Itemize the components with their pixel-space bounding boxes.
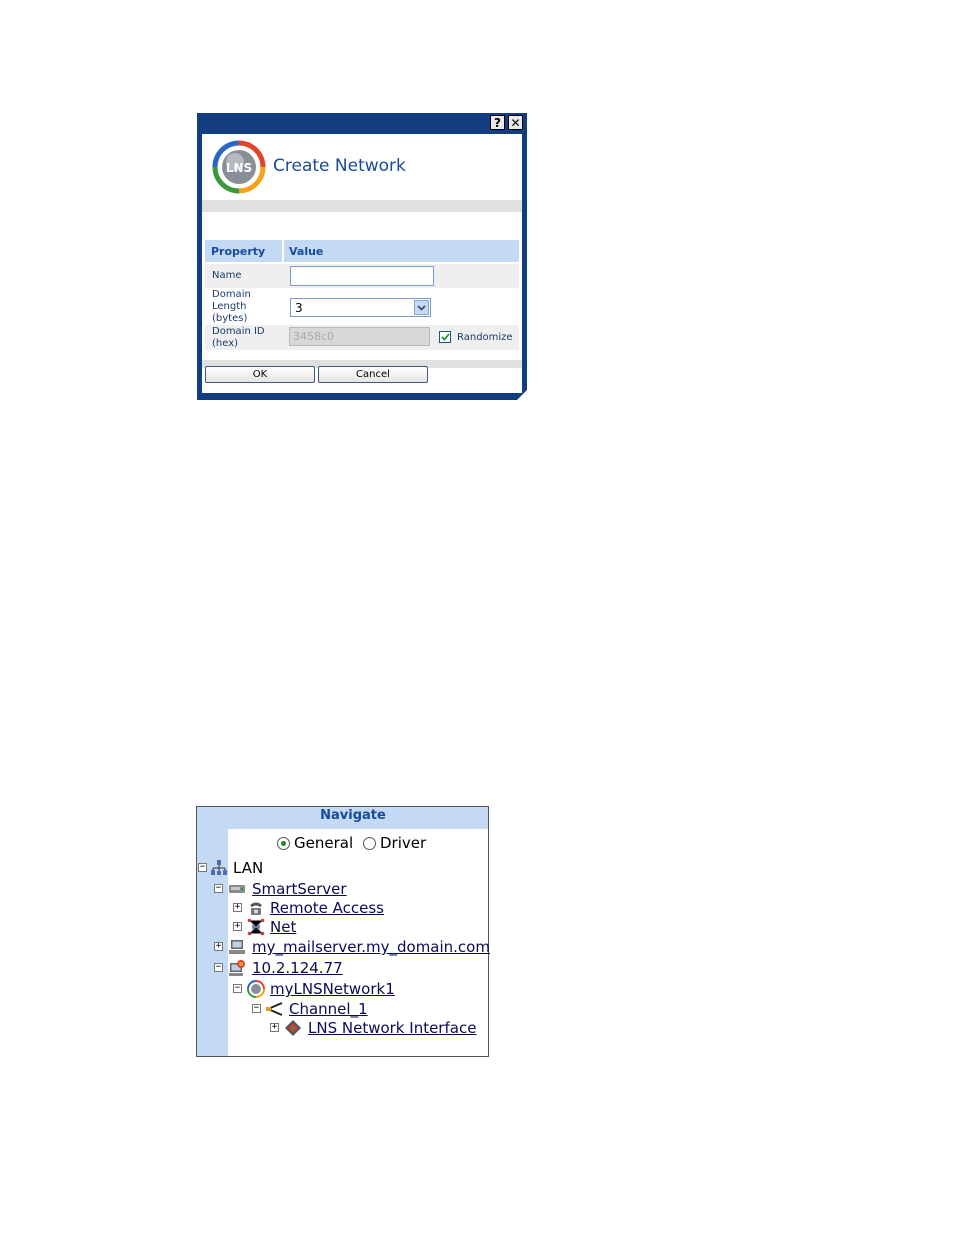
driver-radio[interactable] [363,837,376,850]
tree-label[interactable]: 10.2.124.77 [252,959,343,977]
domain-id-value: 3458c0 [293,330,335,343]
header-divider [202,200,522,212]
expand-toggle[interactable]: + [233,903,242,912]
expand-toggle[interactable]: + [270,1023,279,1032]
ok-button[interactable]: OK [205,366,315,383]
navigate-sidebar-strip [197,807,228,1056]
help-button[interactable]: ? [490,115,505,130]
collapse-toggle[interactable]: − [214,884,223,893]
resize-grip[interactable] [517,390,527,400]
dialog-title: Create Network [273,156,406,176]
network-interface-icon [285,1020,301,1036]
dialog-body: LNS Create Network Property Value Name D… [202,134,522,393]
lns-server-icon [229,960,245,976]
domain-id-row: Domain ID (hex) 3458c0 Randomize [205,325,519,350]
collapse-toggle[interactable]: − [198,863,207,872]
close-icon: ✕ [510,115,521,130]
smartserver-icon [229,885,245,893]
tree-label[interactable]: SmartServer [252,880,347,898]
domain-length-row: Domain Length (bytes) 3 [205,289,519,325]
tree-label[interactable]: LAN [233,859,263,877]
lns-network-icon [247,980,265,998]
cancel-button[interactable]: Cancel [318,366,428,383]
column-separator [282,240,284,262]
tree-label[interactable]: my_mailserver.my_domain.com [252,938,490,956]
name-input[interactable] [290,266,434,286]
expand-toggle[interactable]: + [233,922,242,931]
expand-toggle[interactable]: + [214,942,223,951]
collapse-toggle[interactable]: − [214,963,223,972]
tree-label[interactable]: myLNSNetwork1 [270,980,395,998]
general-radio-label[interactable]: General [294,834,353,852]
value-column-header: Value [289,245,324,258]
name-label: Name [212,270,242,281]
domain-id-input: 3458c0 [289,327,430,346]
network-icon [247,918,265,936]
lns-logo-icon: LNS [212,140,266,194]
chevron-down-icon[interactable] [414,300,429,315]
tree-label[interactable]: Net [270,918,296,936]
navigate-header: Navigate [197,807,488,829]
dialog-titlebar: ? ✕ [197,113,527,133]
randomize-label: Randomize [457,332,513,343]
checkmark-icon [440,333,450,341]
dialog-header: LNS Create Network [202,134,522,200]
channel-icon [266,1002,283,1016]
telephone-icon [250,902,262,915]
tree-label[interactable]: LNS Network Interface [308,1019,476,1037]
collapse-toggle[interactable]: − [252,1004,261,1013]
close-button[interactable]: ✕ [508,115,523,130]
svg-text:LNS: LNS [226,161,252,175]
property-table-header: Property Value [205,240,519,262]
randomize-checkbox[interactable] [439,331,451,343]
domain-id-label: Domain ID (hex) [212,326,265,349]
lan-icon [211,860,227,875]
collapse-toggle[interactable]: − [233,984,242,993]
navigate-panel: Navigate General Driver − LAN − SmartSer… [196,806,490,1057]
navigate-title: Navigate [320,808,386,823]
domain-length-select[interactable]: 3 [290,298,431,317]
help-icon: ? [494,115,501,130]
computer-icon [229,940,245,954]
domain-length-label: Domain Length (bytes) [212,289,251,324]
property-column-header: Property [211,245,266,258]
tree-label[interactable]: Remote Access [270,899,384,917]
general-radio[interactable] [277,837,290,850]
domain-length-value: 3 [295,301,303,315]
name-row: Name [205,264,519,288]
tree-label[interactable]: Channel_1 [289,1000,368,1018]
create-network-dialog: ? ✕ LNS Create Network Property Value Na… [197,113,527,400]
driver-radio-label[interactable]: Driver [380,834,426,852]
